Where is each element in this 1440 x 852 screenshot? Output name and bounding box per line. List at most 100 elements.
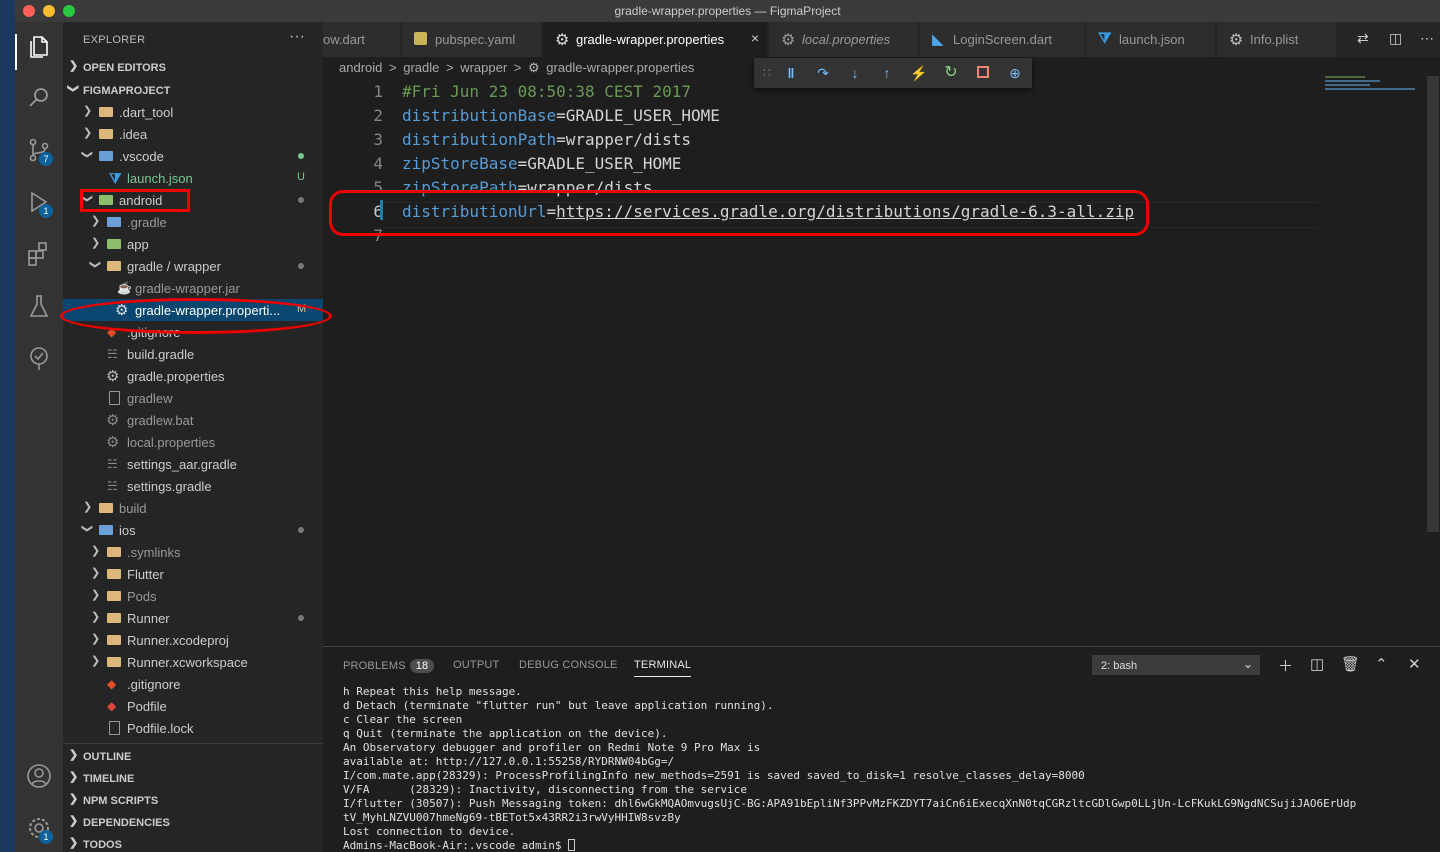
run-debug-icon[interactable]: 1 (25, 188, 53, 218)
outline-section[interactable]: ❯ OUTLINE (63, 746, 323, 768)
project-section[interactable]: ❯ FIGMAPROJECT (63, 80, 323, 102)
maximize-panel-icon[interactable]: ⌃ (1375, 655, 1388, 673)
todos-section[interactable]: ❯ TODOS (63, 834, 323, 852)
tree-item-app[interactable]: ❯ app (63, 233, 323, 255)
tree-item-ios[interactable]: ❯ ios (63, 519, 323, 541)
testing-flask-icon[interactable] (25, 292, 53, 320)
split-terminal-icon[interactable]: ◫ (1310, 655, 1324, 673)
tree-item-build-gradle[interactable]: ☵ build.gradle (63, 343, 323, 365)
account-icon[interactable] (25, 762, 53, 790)
dart-file-icon: ◣ (932, 31, 944, 48)
tree-item-podfile[interactable]: ◆ Podfile (63, 695, 323, 717)
vscode-file-icon: ⧩ (109, 170, 122, 186)
npm-scripts-section[interactable]: ❯ NPM SCRIPTS (63, 790, 323, 812)
breadcrumb-separator: > (513, 60, 522, 75)
terminal-line: An Observatory debugger and profiler on … (343, 741, 761, 754)
gradle-file-icon: ☵ (107, 479, 118, 493)
open-editors-section[interactable]: ❯ OPEN EDITORS (63, 57, 323, 79)
tree-item-runner-xcworkspace[interactable]: ❯ Runner.xcworkspace (63, 651, 323, 673)
explorer-more-button[interactable]: ··· (289, 28, 305, 46)
timeline-section[interactable]: ❯ TIMELINE (63, 768, 323, 790)
more-actions-icon[interactable]: ⋯ (1420, 30, 1434, 47)
tree-item-dart-tool[interactable]: ❯ .dart_tool (63, 101, 323, 123)
tree-item-settings-aar-gradle[interactable]: ☵ settings_aar.gradle (63, 453, 323, 475)
breadcrumb-android[interactable]: android (339, 60, 382, 75)
terminal-select[interactable]: 2: bash ⌄ (1092, 655, 1260, 675)
tab-pubspec-yaml[interactable]: pubspec.yaml (402, 22, 542, 57)
tab-info-plist[interactable]: ⚙ Info.plist (1217, 22, 1337, 57)
chevron-down-icon: ❯ (67, 83, 80, 94)
tree-item-launch-json[interactable]: ⧩ launch.json U (63, 167, 323, 189)
code-editor[interactable]: 1 #Fri Jun 23 08:50:38 CEST 2017 2 distr… (323, 80, 1340, 640)
tree-item-gradle-properties[interactable]: ⚙ gradle.properties (63, 365, 323, 387)
window-title: gradle-wrapper.properties — FigmaProject (614, 4, 841, 18)
tab-debug-console[interactable]: DEBUG CONSOLE (519, 659, 618, 671)
tree-item-gradle-wrapper[interactable]: ❯ gradle / wrapper (63, 255, 323, 277)
tree-item-gradle-dir[interactable]: ❯ .gradle (63, 211, 323, 233)
minimap-line (1325, 80, 1380, 82)
vscode-window: gradle-wrapper.properties — FigmaProject… (15, 0, 1440, 852)
terminal-output[interactable]: h Repeat this help message. d Detach (te… (343, 685, 1433, 852)
line-number: 3 (373, 130, 383, 149)
tree-item-ios-gitignore[interactable]: ◆ .gitignore (63, 673, 323, 695)
folder-icon (107, 591, 121, 601)
folder-icon (107, 613, 121, 623)
tree-item-gradlew[interactable]: gradlew (63, 387, 323, 409)
modified-dot (298, 263, 304, 269)
explorer-icon[interactable] (25, 32, 53, 60)
tree-item-build[interactable]: ❯ build (63, 497, 323, 519)
gear-file-icon: ⚙ (1229, 32, 1244, 49)
remote-explorer-icon[interactable] (25, 344, 53, 372)
tree-item-flutter[interactable]: ❯ Flutter (63, 563, 323, 585)
tree-item-local-properties[interactable]: ⚙ local.properties (63, 431, 323, 453)
tree-item-settings-gradle[interactable]: ☵ settings.gradle (63, 475, 323, 497)
tree-item-runner[interactable]: ❯ Runner (63, 607, 323, 629)
folder-icon (107, 635, 121, 645)
open-changes-icon[interactable]: ⇄ (1357, 30, 1369, 47)
tree-item-idea[interactable]: ❯ .idea (63, 123, 323, 145)
extensions-icon[interactable] (25, 240, 53, 268)
split-editor-icon[interactable]: ◫ (1389, 30, 1402, 47)
minimap-line (1325, 84, 1370, 86)
tree-item-gradlew-bat[interactable]: ⚙ gradlew.bat (63, 409, 323, 431)
gradle-file-icon: ☵ (107, 457, 118, 471)
minimap[interactable] (1325, 76, 1420, 94)
tab-gradle-wrapper-properties[interactable]: ⚙ gradle-wrapper.properties × (543, 22, 768, 57)
tree-item-vscode[interactable]: ❯ .vscode (63, 145, 323, 167)
tab-loginscreen-dart[interactable]: ◣ LoginScreen.dart (920, 22, 1085, 57)
folder-icon (99, 503, 113, 513)
tab-ow-dart[interactable]: ow.dart (323, 22, 401, 57)
untracked-badge: U (297, 171, 305, 183)
search-icon[interactable] (25, 84, 53, 112)
tree-item-podfile-lock[interactable]: Podfile.lock (63, 717, 323, 739)
tab-output[interactable]: OUTPUT (453, 659, 499, 671)
modified-dot (298, 197, 304, 203)
breadcrumb-wrapper[interactable]: wrapper (460, 60, 507, 75)
tree-item-runner-xcodeproj[interactable]: ❯ Runner.xcodeproj (63, 629, 323, 651)
breadcrumb-file[interactable]: gradle-wrapper.properties (546, 60, 694, 75)
new-terminal-icon[interactable]: ＋ (1278, 655, 1293, 676)
tree-item-gradle-wrapper-jar[interactable]: ☕ gradle-wrapper.jar (63, 277, 323, 299)
close-tab-icon[interactable]: × (751, 30, 759, 46)
scm-badge: 7 (39, 152, 53, 166)
trash-icon[interactable]: 🗑 (1341, 655, 1360, 673)
folder-icon (99, 129, 113, 139)
bottom-panel: PROBLEMS 18 OUTPUT DEBUG CONSOLE TERMINAL… (323, 646, 1440, 852)
tab-launch-json[interactable]: ⧩ launch.json (1086, 22, 1216, 57)
dependencies-section[interactable]: ❯ DEPENDENCIES (63, 812, 323, 834)
editor-scrollbar[interactable] (1427, 76, 1439, 532)
tab-local-properties[interactable]: ⚙ local.properties (769, 22, 919, 57)
close-panel-icon[interactable]: ✕ (1408, 655, 1421, 673)
breadcrumb-gradle[interactable]: gradle (403, 60, 439, 75)
tab-problems[interactable]: PROBLEMS 18 (343, 659, 435, 673)
breadcrumb-separator: > (445, 60, 454, 75)
settings-gear-icon[interactable]: 1 (25, 814, 53, 844)
tree-item-symlinks[interactable]: ❯ .symlinks (63, 541, 323, 563)
tab-terminal[interactable]: TERMINAL (634, 659, 692, 677)
source-control-icon[interactable]: 7 (25, 136, 53, 166)
tree-item-pods[interactable]: ❯ Pods (63, 585, 323, 607)
chevron-right-icon: ❯ (69, 771, 79, 783)
terminal-line: c Clear the screen (343, 713, 463, 726)
chevron-down-icon: ⌄ (1242, 657, 1253, 671)
property-value: wrapper/dists (565, 130, 691, 149)
